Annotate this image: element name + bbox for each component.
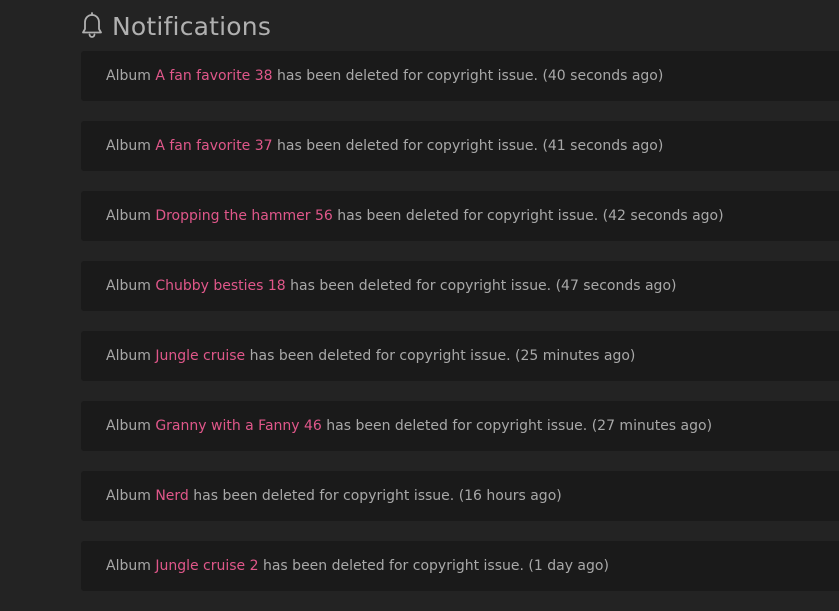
notification-time: (40 seconds ago) — [542, 68, 664, 84]
notification-prefix: Album — [106, 138, 151, 154]
notification-message: has been deleted for copyright issue. — [277, 68, 538, 84]
album-link[interactable]: Jungle cruise 2 — [155, 558, 258, 574]
notification-message: has been deleted for copyright issue. — [290, 278, 552, 294]
album-link[interactable]: Dropping the hammer 56 — [155, 208, 332, 224]
notification-time: (27 minutes ago) — [591, 418, 713, 434]
notification-prefix: Album — [106, 278, 151, 294]
notification-item: Album A fan favorite 38 has been deleted… — [81, 51, 839, 101]
notification-message: has been deleted for copyright issue. — [262, 558, 524, 574]
bell-icon — [82, 12, 102, 38]
notification-time: (47 seconds ago) — [555, 278, 677, 294]
notification-item: Album A fan favorite 37 has been deleted… — [81, 121, 839, 171]
notification-item: Album Jungle cruise has been deleted for… — [81, 331, 839, 381]
notification-time: (25 minutes ago) — [515, 348, 636, 364]
notification-item: Album Nerd has been deleted for copyrigh… — [81, 471, 839, 521]
notification-prefix: Album — [106, 418, 151, 434]
album-link[interactable]: Jungle cruise — [155, 348, 245, 364]
notification-time: (42 seconds ago) — [602, 208, 724, 224]
notification-item: Album Granny with a Fanny 46 has been de… — [81, 401, 839, 451]
notification-prefix: Album — [106, 68, 151, 84]
notification-message: has been deleted for copyright issue. — [249, 348, 511, 364]
notification-item: Album Chubby besties 18 has been deleted… — [81, 261, 839, 311]
notification-prefix: Album — [106, 348, 151, 364]
album-link[interactable]: A fan favorite 37 — [155, 138, 272, 154]
notifications-header: Notifications — [80, 8, 271, 44]
notification-item: Album Dropping the hammer 56 has been de… — [81, 191, 839, 241]
notification-prefix: Album — [106, 558, 151, 574]
album-link[interactable]: Granny with a Fanny 46 — [155, 418, 322, 434]
notification-message: has been deleted for copyright issue. — [277, 138, 538, 154]
notification-message: has been deleted for copyright issue. — [337, 208, 599, 224]
notification-time: (1 day ago) — [528, 558, 609, 574]
page-title: Notifications — [112, 11, 272, 41]
notification-time: (16 hours ago) — [458, 488, 562, 504]
album-link[interactable]: A fan favorite 38 — [155, 68, 272, 84]
album-link[interactable]: Chubby besties 18 — [155, 278, 285, 294]
album-link[interactable]: Nerd — [155, 488, 188, 504]
notification-message: has been deleted for copyright issue. — [193, 488, 455, 504]
notification-prefix: Album — [106, 488, 151, 504]
notification-prefix: Album — [106, 208, 151, 224]
notification-item: Album Jungle cruise 2 has been deleted f… — [81, 541, 839, 591]
notification-message: has been deleted for copyright issue. — [326, 418, 588, 434]
notification-list: Album A fan favorite 38 has been deleted… — [81, 51, 839, 611]
notification-time: (41 seconds ago) — [542, 138, 664, 154]
